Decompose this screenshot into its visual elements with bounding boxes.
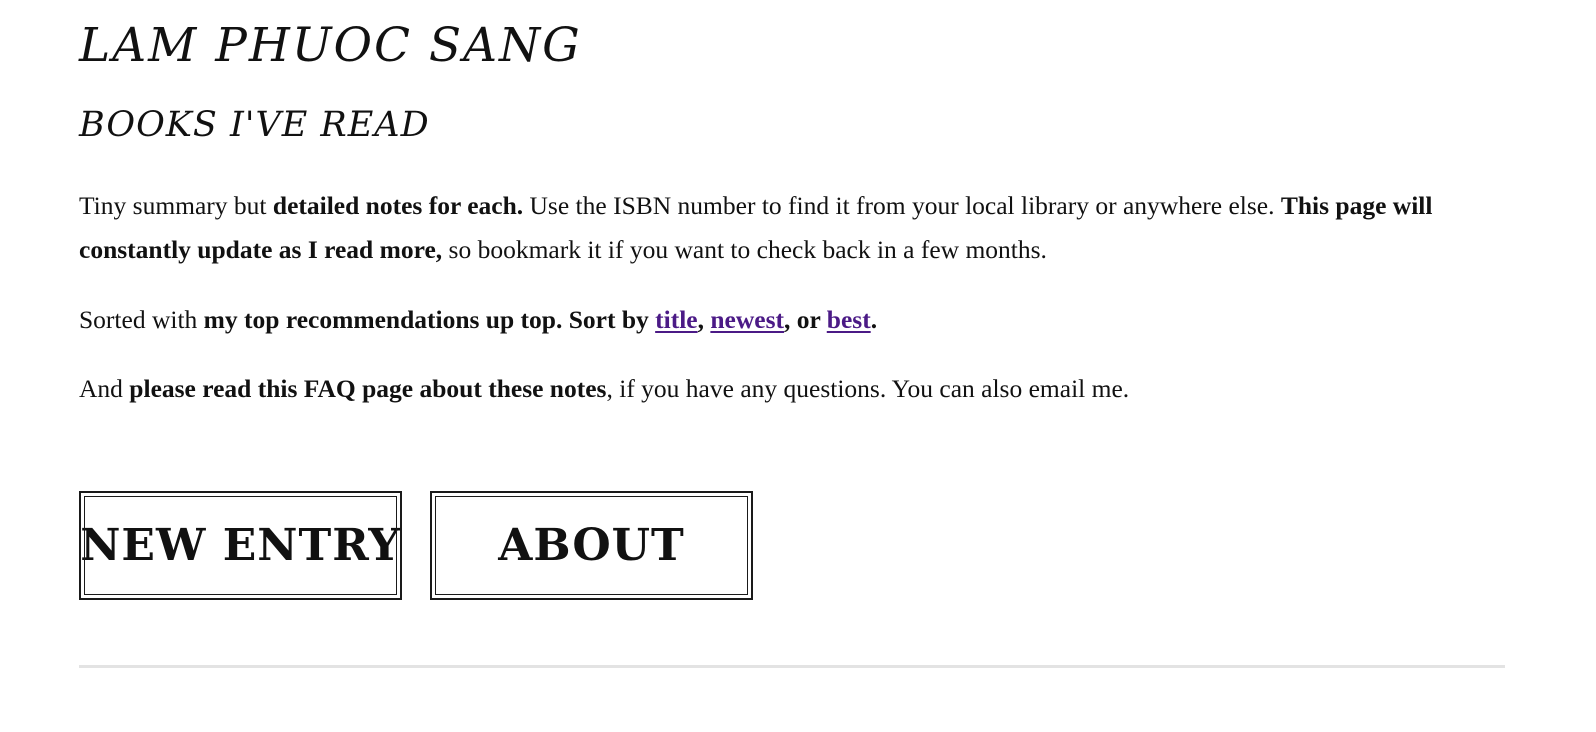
site-title[interactable]: LAM PHUOC SANG: [79, 16, 582, 76]
intro-text-2: Use the ISBN number to find it from your…: [523, 191, 1281, 220]
intro-paragraph: Tiny summary but detailed notes for each…: [79, 184, 1549, 272]
divider: [79, 665, 1505, 668]
sort-separator-1: ,: [697, 305, 711, 334]
about-button-label: ABOUT: [498, 520, 685, 571]
sort-paragraph: Sorted with my top recommendations up to…: [79, 298, 1549, 342]
new-entry-button-label: NEW ENTRY: [80, 520, 401, 571]
faq-prefix: And: [79, 374, 130, 403]
intro-text-1: Tiny summary but: [79, 191, 273, 220]
page: LAM PHUOC SANG BOOKS I'VE READ Tiny summ…: [0, 0, 1596, 732]
intro-text-3: so bookmark it if you want to check back…: [442, 235, 1047, 264]
page-title: BOOKS I'VE READ: [79, 105, 430, 145]
sort-end: .: [870, 305, 878, 334]
sort-by-newest-link[interactable]: newest: [710, 305, 784, 334]
intro-bold-1: detailed notes for each.: [272, 191, 524, 220]
about-button[interactable]: ABOUT: [430, 491, 753, 600]
faq-paragraph: And please read this FAQ page about thes…: [79, 367, 1549, 411]
faq-suffix: , if you have any questions. You can als…: [606, 374, 1130, 403]
new-entry-button[interactable]: NEW ENTRY: [79, 491, 402, 600]
sort-bold-text: my top recommendations up top. Sort by t…: [204, 305, 877, 334]
faq-bold-text: please read this FAQ page about these no…: [129, 374, 607, 403]
sort-by-best-link[interactable]: best: [827, 305, 871, 334]
sort-bold-label: my top recommendations up top. Sort by: [203, 305, 656, 334]
sort-prefix: Sorted with: [79, 305, 204, 334]
sort-by-title-link[interactable]: title: [655, 305, 697, 334]
sort-separator-2: , or: [784, 305, 827, 334]
